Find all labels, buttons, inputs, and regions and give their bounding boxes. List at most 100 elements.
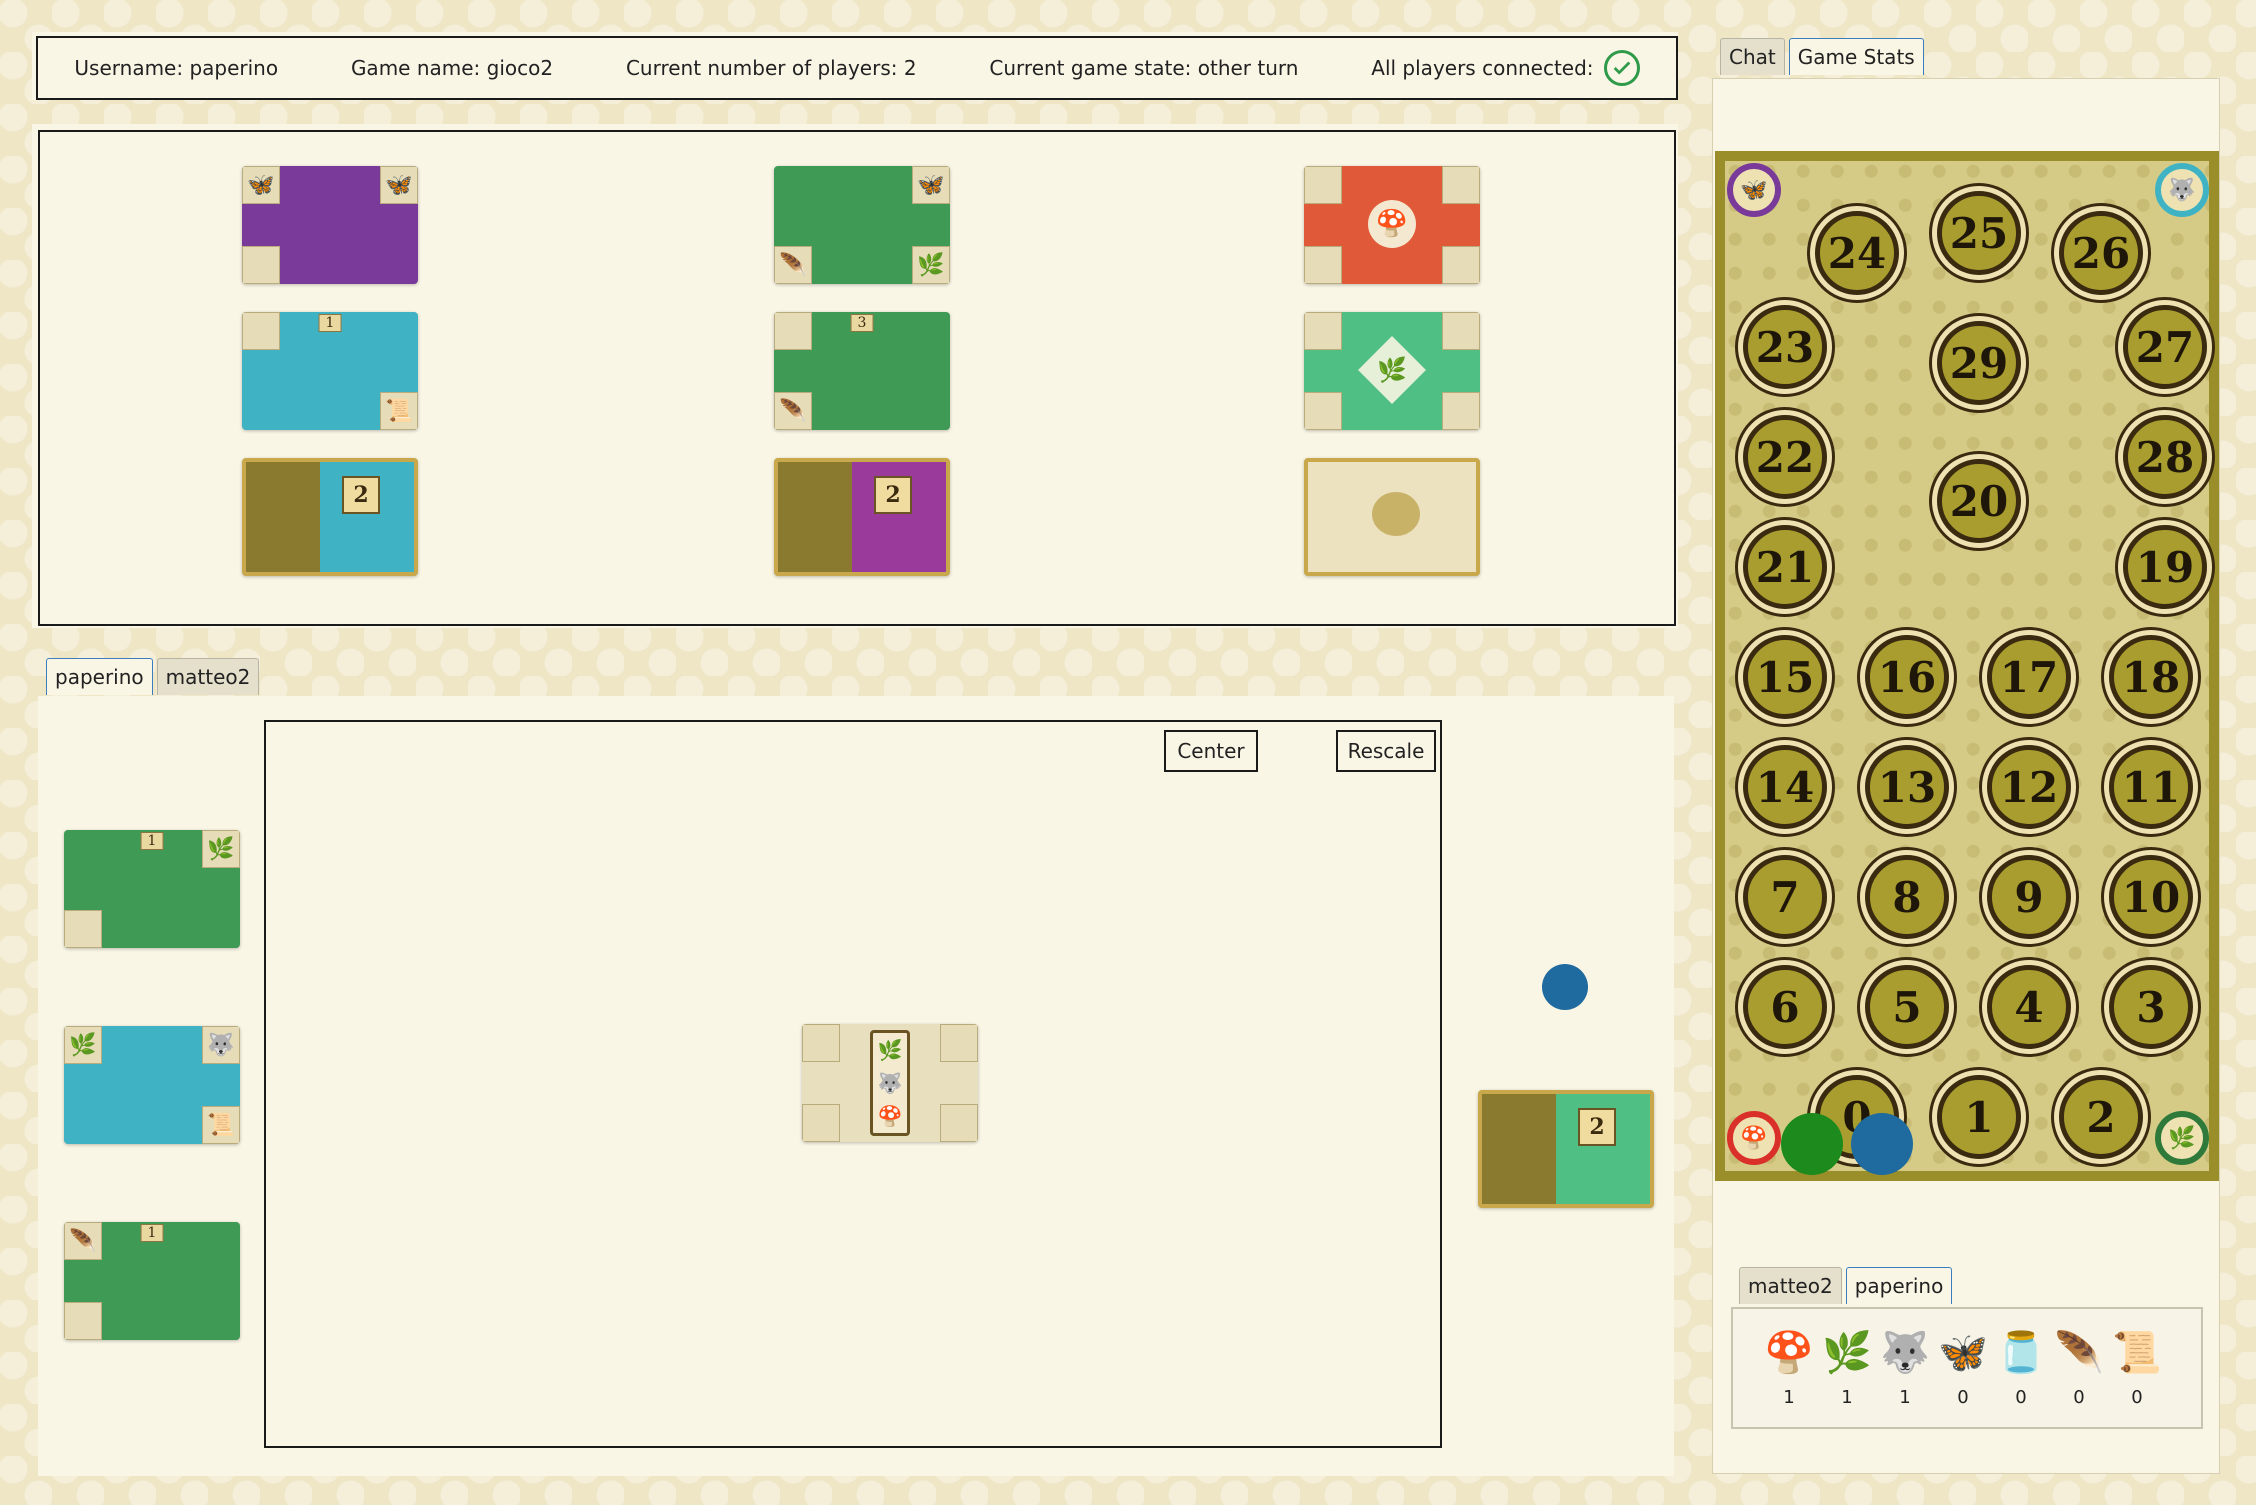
empty-corner bbox=[1442, 246, 1480, 284]
leaf-icon: 🌿 bbox=[912, 246, 950, 284]
starter-card[interactable]: 🌿 🐺 🍄 bbox=[802, 1024, 978, 1142]
resource-leaf: 🌿 1 bbox=[1819, 1329, 1875, 1408]
butterfly-icon: 🦋 bbox=[1727, 163, 1781, 217]
leaf-icon: 🌿 bbox=[202, 830, 240, 868]
player-area: 1 🌿 🌿 🐺 📜 1 🪶 Center Rescale 🌿 🐺 🍄 2 bbox=[38, 696, 1674, 1476]
butterfly-icon: 🦋 bbox=[242, 166, 280, 204]
points-badge: 2 bbox=[874, 476, 912, 514]
placement-canvas[interactable]: Center Rescale 🌿 🐺 🍄 bbox=[264, 720, 1442, 1448]
score-spot: 2 bbox=[2059, 1075, 2143, 1159]
hand-card-2[interactable]: 🌿 🐺 📜 bbox=[64, 1026, 240, 1144]
resource-mushroom: 🍄 1 bbox=[1761, 1329, 1817, 1408]
market-card-plant-gold[interactable]: 3 🪶 bbox=[774, 312, 950, 430]
score-spot: 16 bbox=[1865, 635, 1949, 719]
hand-card-1[interactable]: 1 🌿 bbox=[64, 830, 240, 948]
score-spot: 1 bbox=[1937, 1075, 2021, 1159]
market-objective-card-1[interactable]: 2 bbox=[242, 458, 418, 576]
score-spot: 20 bbox=[1937, 459, 2021, 543]
leaf-icon: 🌿 bbox=[1358, 336, 1426, 404]
hand-card-3[interactable]: 1 🪶 bbox=[64, 1222, 240, 1340]
market-card-fungi-deck-back[interactable]: 🍄 bbox=[1304, 166, 1480, 284]
resource-count: 0 bbox=[2073, 1387, 2085, 1408]
quill-icon: 🪶 bbox=[64, 1222, 102, 1260]
resource-count: 1 bbox=[1899, 1387, 1911, 1408]
points-badge: 2 bbox=[1578, 1108, 1616, 1146]
empty-corner bbox=[1442, 166, 1480, 204]
empty-corner bbox=[64, 910, 102, 948]
starter-center-resources: 🌿 🐺 🍄 bbox=[870, 1030, 910, 1136]
score-spot: 24 bbox=[1815, 211, 1899, 295]
market-card-plant-resource[interactable]: 🦋 🪶 🌿 bbox=[774, 166, 950, 284]
mushroom-icon: 🍄 bbox=[1727, 1111, 1781, 1165]
resource-count: 1 bbox=[1783, 1387, 1795, 1408]
tab-chat[interactable]: Chat bbox=[1720, 38, 1785, 75]
wolf-icon: 🐺 bbox=[877, 1070, 903, 1095]
center-button[interactable]: Center bbox=[1164, 730, 1258, 772]
game-info-bar: Username: paperino Game name: gioco2 Cur… bbox=[32, 32, 1678, 100]
score-spot: 12 bbox=[1987, 745, 2071, 829]
score-spot: 25 bbox=[1937, 191, 2021, 275]
connection-label: All players connected: bbox=[1371, 56, 1594, 80]
resource-scroll: 📜 0 bbox=[2109, 1329, 2165, 1408]
secret-objective-card[interactable]: 2 bbox=[1478, 1090, 1654, 1208]
resource-counter: 🍄 1 🌿 1 🐺 1 🦋 0 🫙 0 🪶 0 📜 0 bbox=[1731, 1307, 2203, 1429]
score-spot: 27 bbox=[2123, 305, 2207, 389]
tab-paperino[interactable]: paperino bbox=[46, 658, 153, 695]
inkwell-icon: 🫙 bbox=[1996, 1330, 2046, 1376]
score-spot: 28 bbox=[2123, 415, 2207, 499]
score-spot: 4 bbox=[1987, 965, 2071, 1049]
score-spot: 13 bbox=[1865, 745, 1949, 829]
score-board: 🦋 🐺 24 25 26 23 29 27 22 28 20 21 19 15 … bbox=[1715, 151, 2219, 1181]
tab-matteo2[interactable]: matteo2 bbox=[1739, 1267, 1842, 1304]
market-objective-card-2[interactable]: 2 bbox=[774, 458, 950, 576]
butterfly-icon: 🦋 bbox=[1938, 1330, 1988, 1376]
tab-paperino[interactable]: paperino bbox=[1845, 1267, 1953, 1304]
score-spot: 21 bbox=[1743, 525, 1827, 609]
score-spot: 8 bbox=[1865, 855, 1949, 939]
player-pawn-blue bbox=[1851, 1113, 1913, 1175]
side-tabs: Chat Game Stats bbox=[1720, 38, 1924, 75]
empty-corner bbox=[940, 1104, 978, 1142]
market-card-plant-deck-back[interactable]: 🌿 bbox=[1304, 312, 1480, 430]
empty-corner bbox=[1304, 246, 1342, 284]
rescale-button[interactable]: Rescale bbox=[1336, 730, 1436, 772]
market-card-animal-gold[interactable]: 1 📜 bbox=[242, 312, 418, 430]
resource-count: 0 bbox=[1957, 1387, 1969, 1408]
tab-game-stats[interactable]: Game Stats bbox=[1788, 38, 1924, 75]
empty-corner bbox=[242, 246, 280, 284]
username-label: Username: paperino bbox=[74, 56, 279, 80]
wolf-icon: 🐺 bbox=[2155, 163, 2209, 217]
player-pawn-green bbox=[1781, 1113, 1843, 1175]
score-spot: 15 bbox=[1743, 635, 1827, 719]
leaf-icon: 🌿 bbox=[64, 1026, 102, 1064]
game-name-label: Game name: gioco2 bbox=[350, 56, 554, 80]
mushroom-icon: 🍄 bbox=[877, 1104, 903, 1129]
score-spot: 11 bbox=[2109, 745, 2193, 829]
market-objective-deck-back[interactable] bbox=[1304, 458, 1480, 576]
score-spot: 10 bbox=[2109, 855, 2193, 939]
quill-icon: 🪶 bbox=[2054, 1330, 2104, 1376]
resource-quill: 🪶 0 bbox=[2051, 1329, 2107, 1408]
empty-corner bbox=[1442, 312, 1480, 350]
points-badge: 2 bbox=[342, 476, 380, 514]
score-spot: 29 bbox=[1937, 321, 2021, 405]
resource-count: 0 bbox=[2015, 1387, 2027, 1408]
tree-illustration bbox=[1482, 1094, 1556, 1204]
score-spot: 9 bbox=[1987, 855, 2071, 939]
score-spot: 6 bbox=[1743, 965, 1827, 1049]
game-state-label: Current game state: other turn bbox=[989, 56, 1299, 80]
leaf-icon: 🌿 bbox=[2155, 1111, 2209, 1165]
score-spot: 7 bbox=[1743, 855, 1827, 939]
empty-corner bbox=[802, 1024, 840, 1062]
market-card-insect-resource[interactable]: 🦋 🦋 bbox=[242, 166, 418, 284]
mushroom-icon: 🍄 bbox=[1764, 1330, 1814, 1376]
quill-icon: 🪶 bbox=[774, 392, 812, 430]
empty-corner bbox=[1304, 166, 1342, 204]
leaf-icon: 🌿 bbox=[877, 1037, 903, 1062]
score-spot: 26 bbox=[2059, 211, 2143, 295]
empty-corner bbox=[1442, 392, 1480, 430]
points-badge: 1 bbox=[318, 314, 342, 332]
empty-corner bbox=[1304, 312, 1342, 350]
tab-matteo2[interactable]: matteo2 bbox=[156, 658, 260, 695]
scroll-icon: 📜 bbox=[2112, 1330, 2162, 1376]
